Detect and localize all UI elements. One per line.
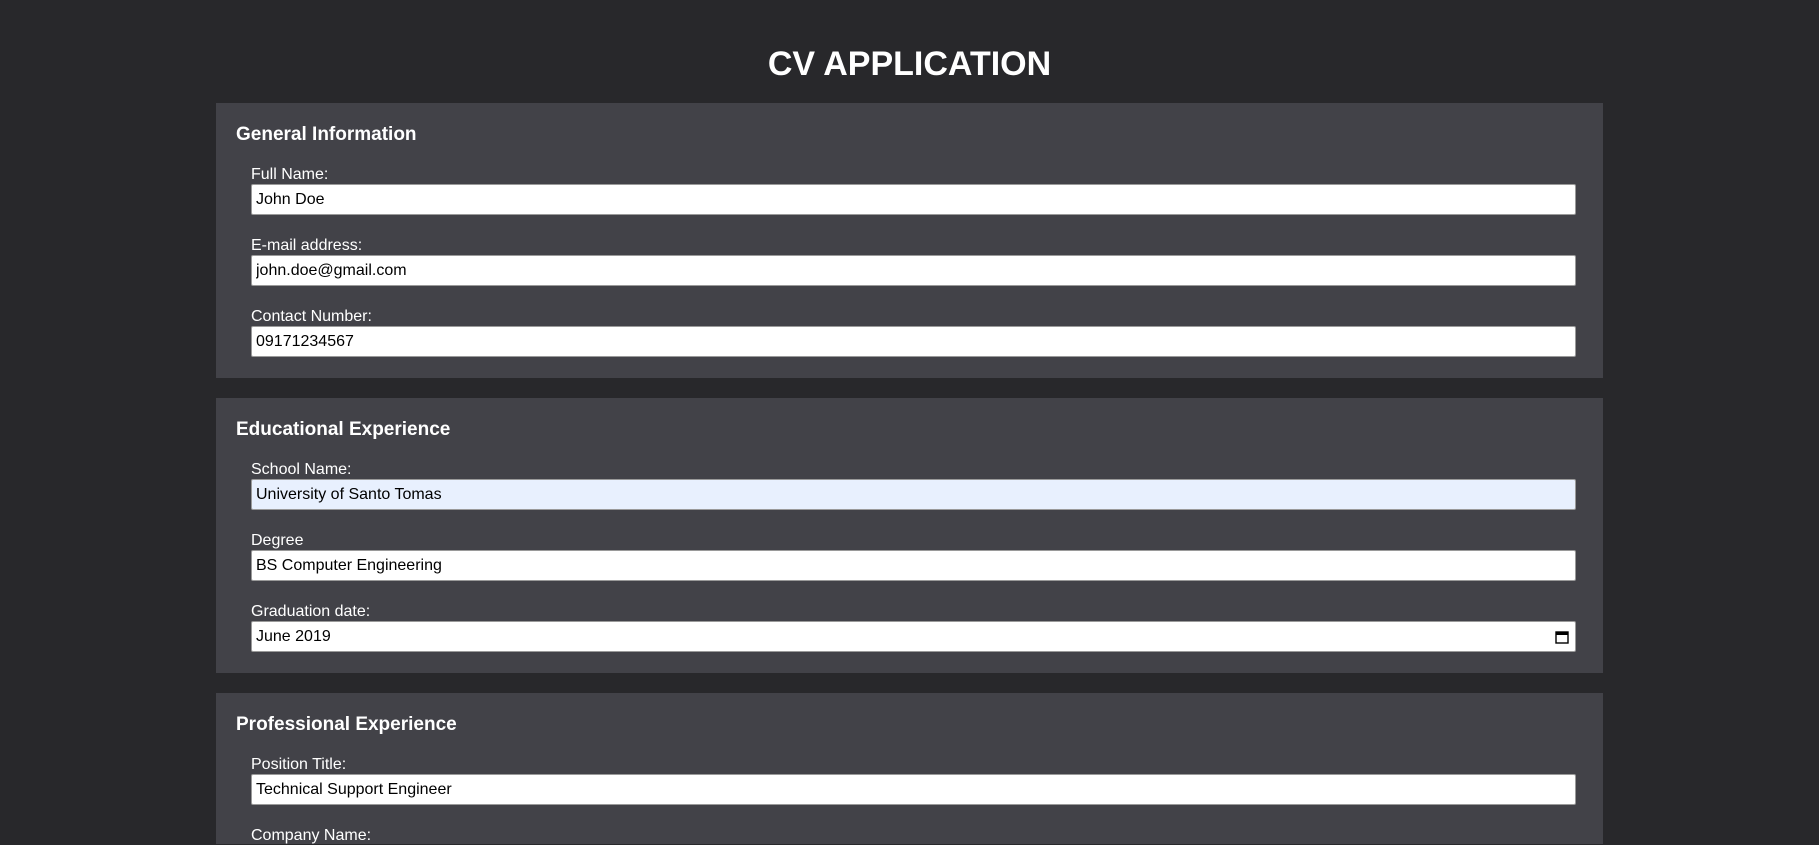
general-information-section: General Information Full Name: E-mail ad… [216,103,1603,378]
position-title-label: Position Title: [251,756,347,773]
degree-input[interactable] [251,550,1576,581]
email-input[interactable] [251,255,1576,286]
full-name-input[interactable] [251,184,1576,215]
email-label: E-mail address: [251,237,363,254]
school-name-label: School Name: [251,461,352,478]
general-information-title: General Information [236,124,417,145]
graduation-date-label: Graduation date: [251,603,371,620]
graduation-date-value: June 2019 [256,628,331,645]
professional-experience-section: Professional Experience Position Title: … [216,693,1603,844]
professional-experience-title: Professional Experience [236,714,457,735]
educational-experience-title: Educational Experience [236,419,451,440]
page-title: CV APPLICATION [767,45,1052,83]
full-name-label: Full Name: [251,166,329,183]
position-title-input[interactable] [251,774,1576,805]
school-name-input[interactable] [251,479,1576,510]
company-name-label: Company Name: [251,827,372,844]
contact-number-label: Contact Number: [251,308,372,325]
educational-experience-section: Educational Experience School Name: Degr… [216,398,1603,673]
contact-number-input[interactable] [251,326,1576,357]
graduation-date-input[interactable]: June 2019 [251,621,1576,652]
calendar-icon[interactable] [1555,630,1569,644]
degree-label: Degree [251,532,304,549]
